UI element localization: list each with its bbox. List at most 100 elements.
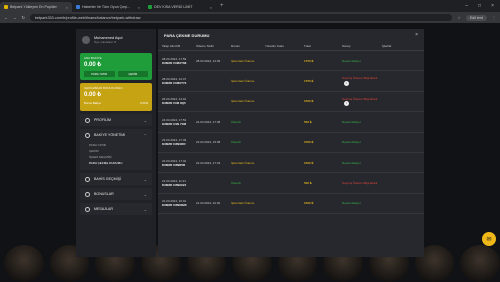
user-icon	[85, 117, 90, 123]
result-text: Devam Ediyor	[342, 140, 361, 145]
table-row: 22.03.2024, 17:42 K3MZR C8NR5R 22.03.2024,…	[158, 153, 424, 174]
column-header: Yönetim Kodu	[265, 43, 284, 48]
menu-finance[interactable]: BAKİYE YÖNETİMİ ⌃ PARA YATIR ÇEKİM İŞLEM …	[80, 129, 152, 170]
bonus-label: ÇEKİLEBİLİR BONUS PARA	[84, 86, 123, 90]
forward-icon[interactable]: →	[13, 16, 17, 20]
amount: 500 ₺	[304, 181, 312, 186]
request-code: K3MZR CN8XT68	[162, 60, 187, 65]
amount: 1750 ₺	[304, 79, 314, 84]
result-text: Geçmiş Ödeme Bilgi Eksik	[342, 76, 378, 81]
result-text: Geçmiş Ödeme Bilgi Eksik	[342, 96, 378, 101]
column-header: Ödeme Tarihi	[196, 43, 214, 48]
support-chat-icon[interactable]: ✉	[482, 232, 496, 246]
chevron-down-icon: ⌄	[143, 191, 147, 197]
new-tab-icon[interactable]: +	[216, 3, 228, 9]
tab-title: Betpark Yükleyen En Popüler	[10, 5, 57, 9]
window-controls: – □ ×	[465, 3, 500, 9]
browser-tab[interactable]: Betpark Yükleyen En Popüler ×	[0, 2, 72, 12]
user-id: Üye numarası: 8	[94, 39, 117, 44]
request-code: K3MZR C8NR5R	[162, 162, 186, 167]
tab-close-icon[interactable]: ×	[138, 5, 140, 10]
balance-card: ANA BAKİYE 0.00 ₺ PARA YATIR ÇEKİM	[80, 53, 152, 80]
menu-dots-icon[interactable]: ⋮	[492, 15, 496, 20]
menu-messages[interactable]: MESAJLAR ⌄	[80, 203, 152, 215]
bookmark-star-icon[interactable]: ☆	[457, 15, 461, 20]
result-text: Devam Ediyor	[342, 119, 361, 124]
amount: 1500 ₺	[304, 201, 314, 206]
close-window-icon[interactable]: ×	[491, 3, 494, 9]
tab-favicon-icon	[4, 5, 8, 9]
menu-finance-label: BAKİYE YÖNETİMİ	[94, 133, 126, 137]
withdraw-button[interactable]: ÇEKİM	[117, 71, 148, 77]
submenu-withdraw-status[interactable]: PARA ÇEKME DURUMU	[89, 160, 152, 166]
payment-date: 22.03.2024, 17:43	[196, 160, 221, 165]
game-thumbnail	[4, 245, 44, 282]
status-badge: İşlemdeki Ödeme	[231, 201, 255, 206]
result-cell: Devam Ediyor	[342, 59, 382, 63]
result-text: Geçmiş Ödeme Bilgi Eksik	[342, 180, 378, 185]
browser-tab[interactable]: Haberler Ve Tüm Oyun Çeşi... ×	[72, 2, 144, 12]
table-row: 26.03.2024, 14:01 K3MZR CN8 9Q5 İşlemdeki …	[158, 92, 424, 113]
column-header: Tutar	[304, 43, 311, 48]
back-icon[interactable]: ←	[4, 16, 8, 20]
column-header: Talep Alınd Bi	[162, 43, 181, 48]
tab-close-icon[interactable]: ×	[210, 5, 212, 10]
request-code: K3MZR C9N 7XM	[162, 121, 187, 126]
table-header: Talep Alınd Bi Ödeme Tarihi Durum Yöneti…	[158, 41, 424, 51]
status-badge: İşlemdeki Ödeme	[231, 99, 255, 104]
profile-button[interactable]: Edit tent	[465, 14, 487, 21]
result-cell: Devam Ediyor	[342, 201, 382, 205]
result-text: Devam Ediyor	[342, 201, 361, 206]
close-icon[interactable]: ×	[415, 32, 418, 38]
payment-date: 28.03.2024, 12:49	[196, 58, 221, 63]
menu-bet-history[interactable]: BAHİS GEÇMİŞİ ⌄	[80, 173, 152, 185]
table-row: 21.03.2024, 11:21 K3MZR C8N9X24 Ödendi 500 …	[158, 173, 424, 194]
minimize-icon[interactable]: –	[465, 3, 468, 9]
amount: 1750 ₺	[304, 58, 314, 63]
reload-icon[interactable]: ↻	[22, 15, 25, 20]
request-code: K3MZR CN8XT73	[162, 81, 187, 86]
avatar	[82, 35, 90, 44]
status-badge: İşlemdeki Ödeme	[231, 58, 255, 63]
history-icon	[85, 176, 90, 182]
column-header: İptal Et	[382, 43, 392, 48]
request-code: K3MZR C8NXRR	[162, 142, 186, 147]
status-badge: Ödendi	[231, 181, 241, 186]
table-body: 28.03.2024, 17:59 K3MZR CN8XT68 28.03.2024…	[158, 51, 424, 215]
menu-bet-history-label: BAHİS GEÇMİŞİ	[94, 177, 121, 181]
status-badge: Ödendi	[231, 140, 241, 145]
account-sidebar: Muhammed Aşıd Üye numarası: 8 ANA BAKİYE…	[76, 29, 156, 257]
amount: 1500 ₺	[304, 99, 314, 104]
game-thumbnail	[460, 245, 500, 282]
address-bar-row: ← → ↻ betpark333.com/tr/profile-web/fina…	[0, 12, 500, 23]
status-badge: İşlemdeki Ödeme	[231, 79, 255, 84]
bonus-sub-label: Bonus Bakiye	[84, 101, 102, 105]
request-code: K3MZR CN8 9Q5	[162, 101, 186, 106]
browser-tab[interactable]: DEV KISA VERDİ LİMİT ×	[144, 2, 216, 12]
request-date-cell: 21.03.2024, 10:01 K3MZR C8N9R2K	[162, 199, 196, 207]
tab-favicon-icon	[148, 5, 152, 9]
url-field[interactable]: betpark333.com/tr/profile-web/finans/bal…	[29, 14, 453, 21]
payment-date: 21.03.2024, 10:02	[196, 201, 221, 206]
status-badge: İşlemdeki Ödeme	[231, 160, 255, 165]
menu-bonuses[interactable]: BONUSLAR ⌄	[80, 188, 152, 200]
tab-title: DEV KISA VERDİ LİMİT	[154, 5, 193, 9]
request-date-cell: 23.03.2024, 17:49 K3MZR C8NXRR	[162, 138, 196, 146]
menu-profile[interactable]: PROFİLİM ⌄	[80, 114, 152, 126]
request-date-cell: 24.03.2024, 17:53 K3MZR C9N 7XM	[162, 118, 196, 126]
menu-messages-label: MESAJLAR	[94, 207, 113, 211]
url-text: betpark333.com/tr/profile-web/finans/bal…	[34, 15, 141, 20]
result-cell: Devam Ediyor	[342, 120, 382, 124]
info-icon[interactable]: i	[344, 80, 349, 86]
user-info: Muhammed Aşıd Üye numarası: 8	[76, 29, 156, 50]
withdraw-status-modal: PARA ÇEKME DURUMU × Talep Alınd Bi Ödeme…	[158, 29, 424, 257]
tab-close-icon[interactable]: ×	[66, 5, 68, 10]
chevron-down-icon: ⌄	[143, 206, 147, 212]
deposit-button[interactable]: PARA YATIR	[84, 71, 115, 77]
column-header: Durum	[231, 43, 241, 48]
result-cell: Devam Ediyor	[342, 140, 382, 144]
maximize-icon[interactable]: □	[478, 3, 481, 9]
mail-icon	[85, 206, 90, 212]
result-cell: Geçmiş Ödeme Bilgi Eksik	[342, 181, 382, 186]
info-icon[interactable]: i	[344, 101, 349, 107]
